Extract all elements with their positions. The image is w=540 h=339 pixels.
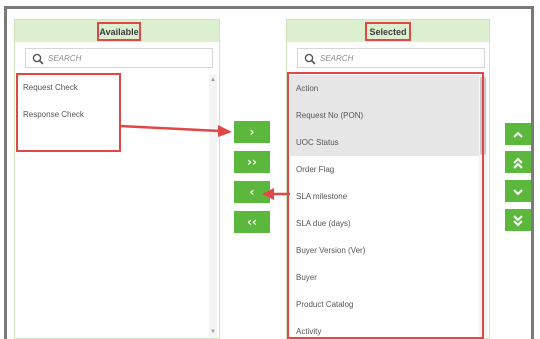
available-title: Available (97, 22, 141, 41)
selected-title: Selected (365, 22, 411, 41)
available-search[interactable] (25, 48, 213, 68)
selected-search-input[interactable] (320, 51, 480, 66)
available-annotation-box (16, 73, 121, 152)
move-top-button[interactable] (505, 151, 531, 173)
available-scrollbar[interactable]: ▲ ▼ (209, 74, 217, 338)
annotation-arrow-left (262, 188, 290, 200)
selected-annotation-box (287, 72, 484, 339)
search-icon (32, 53, 44, 65)
move-all-left-button[interactable]: ‹‹ (234, 211, 270, 233)
scroll-down-arrow[interactable]: ▼ (209, 328, 217, 336)
move-all-right-button[interactable]: ›› (234, 151, 270, 173)
annotation-arrow-right (120, 124, 232, 137)
chevron-up-icon (513, 131, 523, 138)
move-down-button[interactable] (505, 180, 531, 202)
scroll-up-arrow[interactable]: ▲ (209, 76, 217, 84)
chevron-down-icon (513, 188, 523, 195)
search-icon (304, 53, 316, 65)
double-chevron-up-icon (513, 157, 523, 169)
selected-search[interactable] (297, 48, 485, 68)
move-bottom-button[interactable] (505, 209, 531, 231)
available-panel: Available Request Check Response Check ▲… (14, 19, 220, 339)
selected-header: Selected (287, 20, 489, 42)
available-header: Available (15, 20, 219, 42)
available-search-input[interactable] (48, 51, 208, 66)
move-up-button[interactable] (505, 123, 531, 145)
move-right-button[interactable]: › (234, 121, 270, 143)
double-chevron-down-icon (513, 214, 523, 226)
